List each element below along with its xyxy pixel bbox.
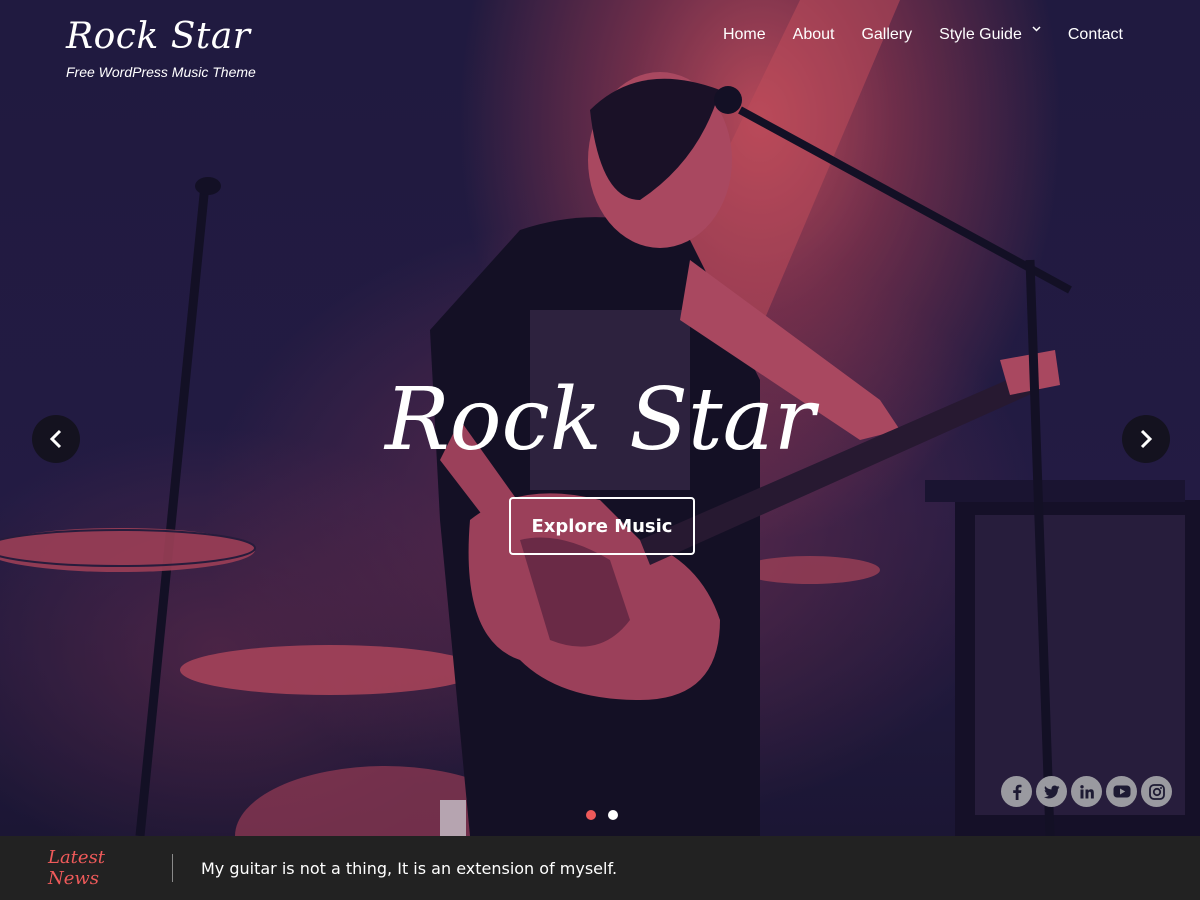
facebook-icon[interactable] [1001, 776, 1032, 807]
explore-music-button[interactable]: Explore Music [509, 497, 695, 555]
nav-item-label: Style Guide [939, 26, 1022, 43]
hero-slider: Rock Star Free WordPress Music Theme Hom… [0, 0, 1200, 836]
news-divider [172, 854, 173, 882]
twitter-icon[interactable] [1036, 776, 1067, 807]
nav-item-gallery[interactable]: Gallery [861, 24, 912, 46]
slider-dot-1[interactable] [586, 810, 596, 820]
chevron-right-icon [1140, 429, 1153, 449]
nav-item-contact[interactable]: Contact [1068, 24, 1123, 46]
main-navigation: Home About Gallery Style Guide Contact [696, 24, 1123, 46]
page: Rock Star Free WordPress Music Theme Hom… [0, 0, 1200, 900]
latest-news-label: Latest News [48, 847, 106, 889]
slider-prev-button[interactable] [32, 415, 80, 463]
latest-news-bar: Latest News My guitar is not a thing, It… [0, 836, 1200, 900]
site-title[interactable]: Rock Star [66, 14, 256, 60]
nav-item-home[interactable]: Home [723, 24, 766, 46]
nav-item-label: About [792, 26, 835, 43]
nav-item-label: Contact [1067, 26, 1123, 43]
slider-dot-2[interactable] [608, 810, 618, 820]
nav-item-label: Home [722, 26, 766, 43]
slider-pagination [586, 810, 630, 820]
site-branding: Rock Star Free WordPress Music Theme [66, 14, 256, 80]
nav-item-label: Gallery [861, 26, 913, 43]
nav-item-about[interactable]: About [793, 24, 835, 46]
instagram-icon[interactable] [1141, 776, 1172, 807]
site-tagline: Free WordPress Music Theme [66, 64, 256, 80]
chevron-left-icon [49, 429, 62, 449]
slider-next-button[interactable] [1122, 415, 1170, 463]
youtube-icon[interactable] [1106, 776, 1137, 807]
social-links [1001, 776, 1176, 807]
latest-news-headline[interactable]: My guitar is not a thing, It is an exten… [201, 859, 617, 878]
hero-title: Rock Star [385, 370, 815, 470]
chevron-down-icon[interactable] [1032, 19, 1041, 41]
nav-item-style-guide[interactable]: Style Guide [939, 24, 1041, 46]
linkedin-icon[interactable] [1071, 776, 1102, 807]
